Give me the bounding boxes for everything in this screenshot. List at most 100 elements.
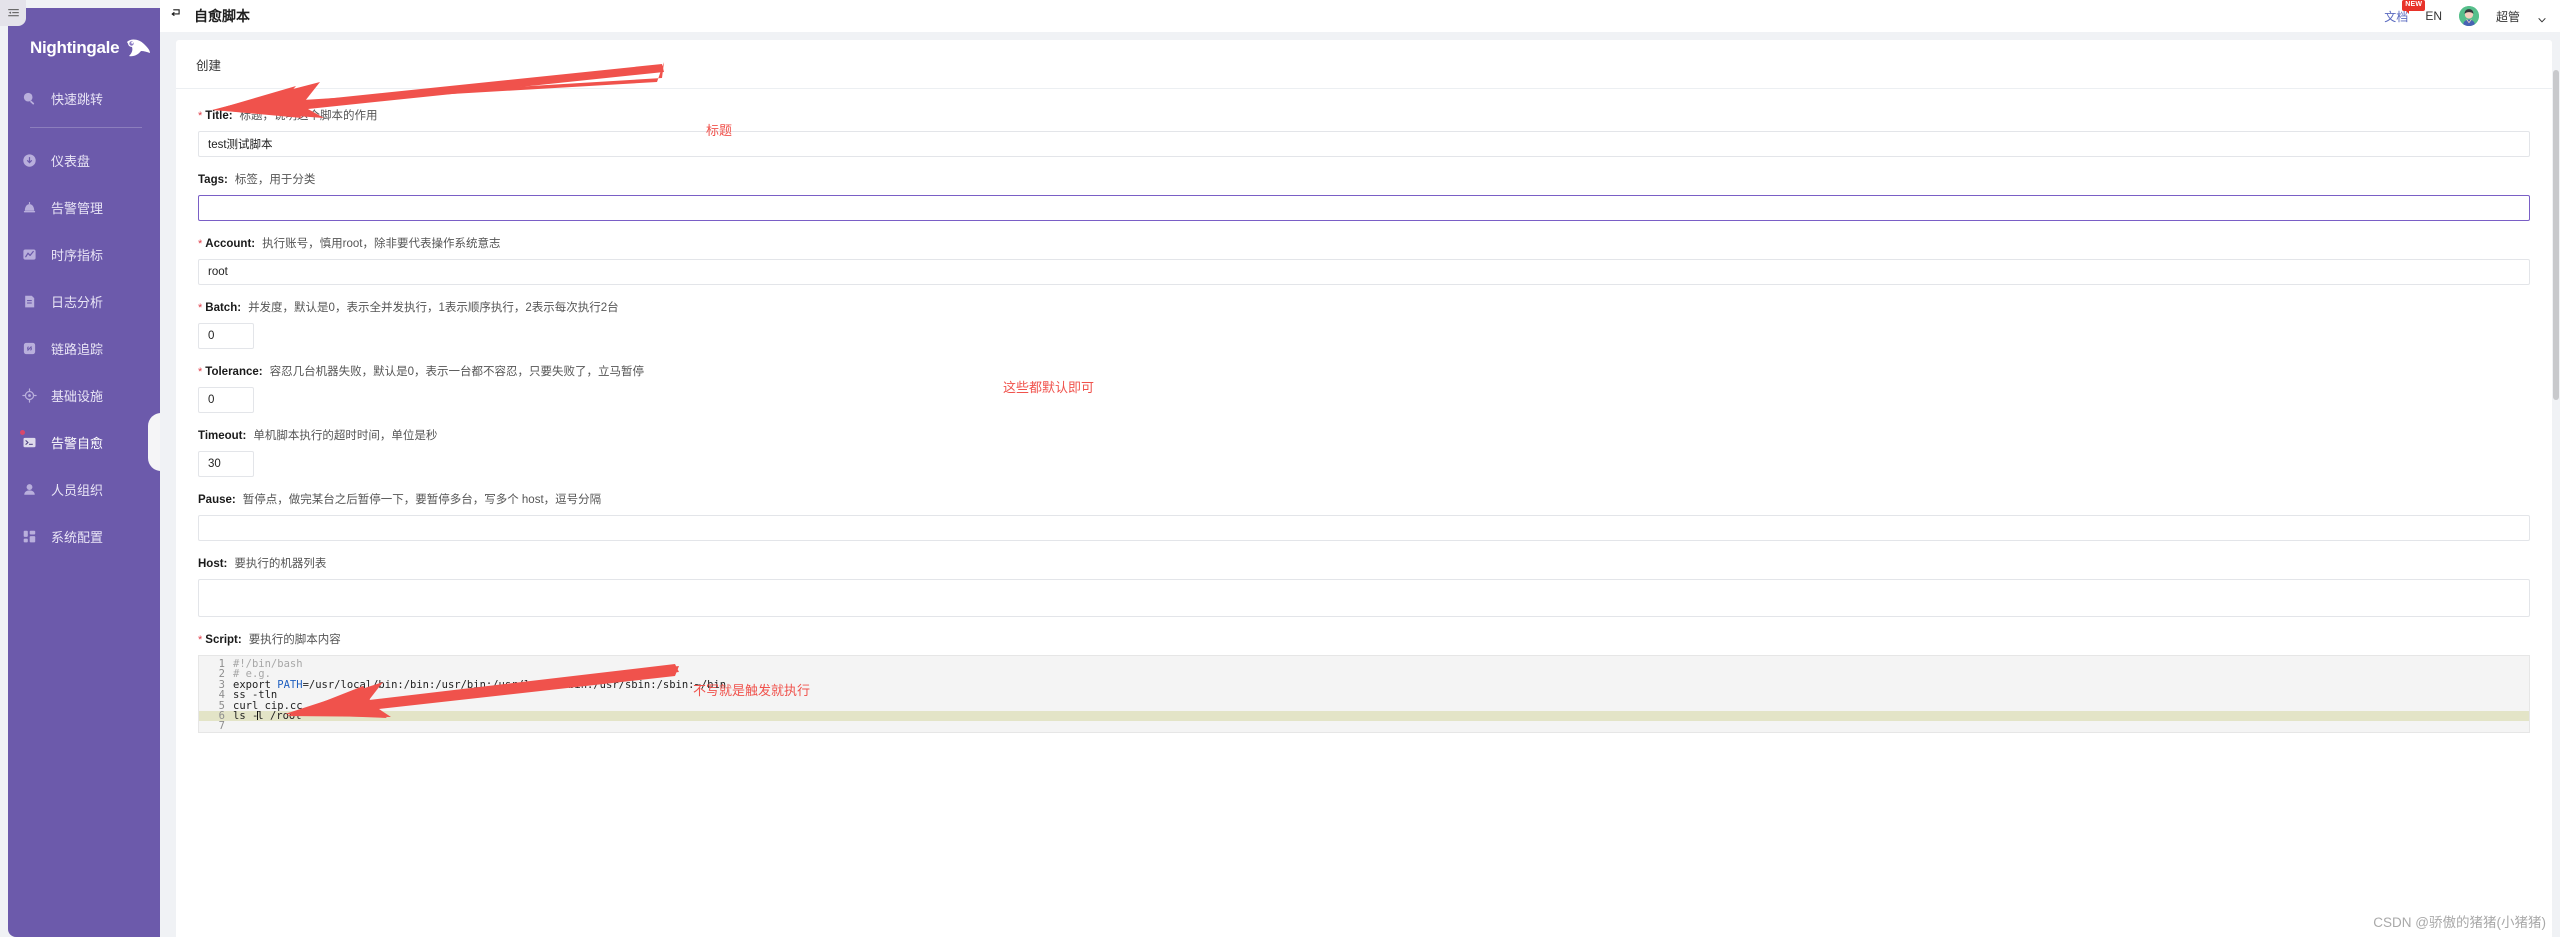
sidebar-item-label: 系统配置 [51, 529, 104, 545]
code-line-number: 7 [218, 720, 225, 733]
sidebar-item-alert-management[interactable]: 告警管理 [8, 189, 160, 225]
dashboard-icon [20, 151, 38, 169]
code-line[interactable]: 5 curl cip.cc [199, 699, 2529, 712]
code-line-number: 5 [218, 699, 225, 712]
doc-link[interactable]: 文档 NEW [2384, 0, 2426, 25]
sidebar-item-alert-self-healing[interactable]: 告警自愈 [8, 413, 160, 471]
page-scrollbar-track[interactable] [2552, 34, 2560, 937]
form-field-script: * Script: 要执行的脚本内容 1 #!/bin/bash 2 # e.g. 3 expo… [198, 633, 2530, 733]
tolerance-input[interactable] [198, 387, 254, 413]
code-line-number: 2 [218, 668, 225, 681]
field-name: Host: [198, 558, 228, 570]
new-badge: NEW [2402, 0, 2426, 14]
code-line[interactable]: 3 export PATH=/usr/local/bin:/bin:/usr/bi… [199, 678, 2529, 691]
code-line[interactable]: 7 [199, 720, 2529, 733]
field-description: 标题，说明这个脚本的作用 [239, 110, 378, 122]
system-grid-icon [20, 527, 38, 545]
annotation-defaults: 这些都默认即可 [1003, 380, 1095, 395]
nightingale-bird-icon [125, 38, 151, 58]
field-name: Timeout: [198, 430, 247, 442]
metrics-chart-icon [20, 245, 38, 263]
field-name: Tolerance: [205, 366, 263, 378]
sidebar-item-system-config[interactable]: 系统配置 [8, 518, 160, 554]
sidebar-item-label: 链路追踪 [51, 341, 104, 357]
field-name: Account: [205, 238, 256, 250]
code-line[interactable]: 4 ss -tln [199, 689, 2529, 702]
alert-bell-icon [20, 198, 38, 216]
sidebar-item-infrastructure[interactable]: 基础设施 [8, 377, 160, 413]
header-left-group: 自愈脚本 [170, 6, 250, 26]
sidebar-item-label: 时序指标 [51, 247, 104, 263]
watermark: CSDN @骄傲的猪猪(小猪猪) [2373, 915, 2546, 930]
field-description: 要执行的脚本内容 [248, 634, 341, 646]
field-name: Title: [205, 110, 233, 122]
field-description: 暂停点，做完某台之后暂停一下，要暂停多台，写多个 host，逗号分隔 [242, 494, 602, 506]
infrastructure-target-icon [20, 386, 38, 404]
tags-input[interactable] [198, 195, 2530, 221]
app-root: Nightingale 快速跳转 仪表盘 告警管理 时序指标 日志分析 链路追踪… [0, 0, 2560, 937]
content-card: 创建 *Title:标题，说明这个脚本的作用Tags:标签，用于分类*Accou… [176, 40, 2552, 937]
collapse-menu-icon[interactable] [0, 0, 26, 26]
brand-logo-area[interactable]: Nightingale [8, 8, 160, 66]
form-field-tags: Tags: 标签，用于分类 [198, 173, 2530, 221]
sidebar-item-metrics[interactable]: 时序指标 [8, 236, 160, 272]
annotation-host: 不写就是触发就执行 [693, 683, 811, 698]
field-name: Script: [205, 634, 242, 646]
sidebar-divider [30, 127, 142, 128]
sidebar-item-log-analysis[interactable]: 日志分析 [8, 283, 160, 319]
code-line[interactable]: 1 #!/bin/bash [199, 659, 2529, 670]
user-name[interactable]: 超管 [2496, 8, 2520, 25]
avatar[interactable] [2458, 6, 2479, 26]
language-switch[interactable]: EN [2425, 9, 2442, 23]
field-label: * Script: 要执行的脚本内容 [198, 633, 2530, 648]
field-description: 并发度，默认是0，表示全并发执行，1表示顺序执行，2表示每次执行2台 [248, 302, 619, 314]
sidebar-item-label: 基础设施 [51, 388, 104, 404]
field-label: * Tolerance: 容忍几台机器失败，默认是0，表示一台都不容忍，只要失败了，… [198, 365, 2530, 380]
page-scrollbar-thumb[interactable] [2553, 70, 2559, 400]
timeout-input[interactable] [198, 451, 254, 477]
form-field-account: * Account: 执行账号，慎用root，除非要代表操作系统意志 [198, 237, 2530, 285]
sidebar-item-quick-jump[interactable]: 快速跳转 [8, 80, 160, 116]
required-marker: * [198, 110, 203, 122]
code-line-number: 3 [218, 678, 225, 691]
title-input[interactable] [198, 131, 2530, 157]
script-code-editor[interactable]: 1 #!/bin/bash 2 # e.g. 3 export PATH=/usr/loc… [198, 655, 2530, 733]
form-field-title: * Title: 标题，说明这个脚本的作用 [198, 109, 2530, 157]
account-input[interactable] [198, 259, 2530, 285]
field-label: Host: 要执行的机器列表 [198, 557, 2530, 572]
sidebar-item-personnel[interactable]: 人员组织 [8, 471, 160, 507]
sidebar-item-label: 人员组织 [51, 482, 104, 498]
chevron-down-icon[interactable] [2537, 12, 2546, 23]
code-line-number: 6 [218, 709, 225, 722]
field-description: 执行账号，慎用root，除非要代表操作系统意志 [262, 238, 501, 250]
sidebar-item-label: 告警自愈 [51, 435, 104, 451]
field-name: Tags: [198, 174, 228, 186]
card-title: 创建 [176, 40, 2552, 89]
annotation-title: 标题 [706, 123, 733, 138]
field-name: Pause: [198, 494, 236, 506]
field-label: Timeout: 单机脚本执行的超时时间，单位是秒 [198, 429, 2530, 444]
sidebar-item-label: 告警管理 [51, 200, 104, 216]
brand-name: Nightingale [30, 38, 120, 57]
sidebar-item-trace[interactable]: 链路追踪 [8, 330, 160, 366]
host-input[interactable] [198, 579, 2530, 617]
code-line-number: 4 [218, 689, 225, 702]
code-line-text: ls -l /root [233, 709, 302, 722]
log-document-icon [20, 292, 38, 310]
header-right-group: 文档 NEW EN 超管 [2384, 0, 2546, 26]
field-description: 单机脚本执行的超时时间，单位是秒 [253, 430, 438, 442]
field-label: Pause: 暂停点，做完某台之后暂停一下，要暂停多台，写多个 host，逗号分隔 [198, 493, 2530, 508]
form-field-tolerance: * Tolerance: 容忍几台机器失败，默认是0，表示一台都不容忍，只要失败了，… [198, 365, 2530, 413]
required-marker: * [198, 302, 203, 314]
field-label: * Batch: 并发度，默认是0，表示全并发执行，1表示顺序执行，2表示每次执行2… [198, 301, 2530, 316]
field-label: * Account: 执行账号，慎用root，除非要代表操作系统意志 [198, 237, 2530, 252]
field-description: 标签，用于分类 [234, 174, 316, 186]
sidebar-item-label: 快速跳转 [51, 91, 104, 107]
pause-input[interactable] [198, 515, 2530, 541]
required-marker: * [198, 634, 203, 646]
form-field-batch: * Batch: 并发度，默认是0，表示全并发执行，1表示顺序执行，2表示每次执行2… [198, 301, 2530, 349]
back-arrow-icon[interactable] [170, 7, 183, 25]
code-line[interactable]: 6 ls -l /root [199, 709, 2529, 722]
batch-input[interactable] [198, 323, 254, 349]
sidebar-item-dashboard[interactable]: 仪表盘 [8, 142, 160, 178]
